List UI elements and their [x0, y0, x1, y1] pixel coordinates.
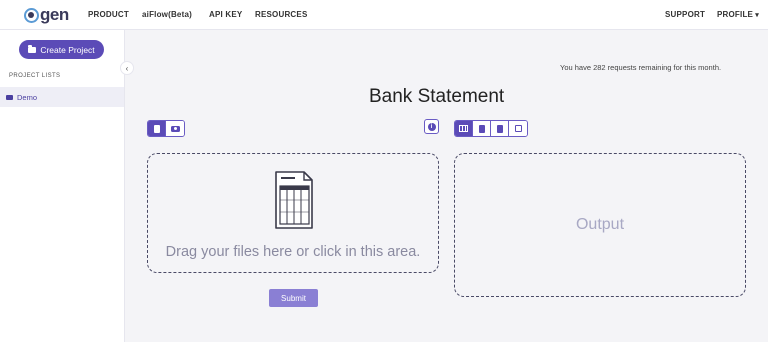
- submit-button[interactable]: Submit: [269, 289, 318, 307]
- chevron-left-icon: ‹: [125, 63, 129, 73]
- statement-document-icon: [275, 171, 313, 229]
- nav-product[interactable]: PRODUCT: [88, 10, 129, 19]
- nav-support[interactable]: SUPPORT: [665, 10, 705, 19]
- folder-icon: [28, 44, 37, 53]
- document-icon: [153, 124, 160, 133]
- page-title: Bank Statement: [369, 86, 505, 107]
- info-icon: i: [427, 122, 436, 131]
- table-view-button[interactable]: [455, 121, 473, 136]
- document-icon: [478, 124, 485, 133]
- folder-open-icon: [6, 94, 13, 100]
- create-project-button[interactable]: Create Project: [19, 40, 104, 59]
- document-view-button[interactable]: [473, 121, 491, 136]
- upload-file-mode-button[interactable]: [148, 121, 166, 136]
- sidebar: Create Project PROJECT LISTS Demo: [0, 30, 125, 342]
- camera-mode-button[interactable]: [166, 121, 184, 136]
- logo-text: gen: [40, 5, 69, 24]
- json-view-button[interactable]: [491, 121, 509, 136]
- raw-view-button[interactable]: [509, 121, 527, 136]
- table-icon: [459, 125, 468, 132]
- sidebar-collapse-toggle[interactable]: ‹: [120, 61, 134, 75]
- nav-resources[interactable]: RESOURCES: [255, 10, 307, 19]
- camera-icon: [170, 125, 180, 132]
- input-mode-toggle: [147, 120, 185, 137]
- output-panel: Output: [454, 153, 746, 297]
- sidebar-item-demo[interactable]: Demo: [0, 87, 124, 107]
- square-icon: [514, 125, 522, 132]
- project-lists-heading: PROJECT LISTS: [9, 73, 61, 79]
- top-navbar: gen PRODUCT aiFlow(Beta) API KEY RESOURC…: [0, 0, 768, 30]
- logo-ring-icon: [24, 7, 39, 23]
- file-dropzone[interactable]: Drag your files here or click in this ar…: [147, 153, 439, 273]
- output-format-toggle: [454, 120, 528, 137]
- output-placeholder: Output: [575, 216, 625, 233]
- nav-aiflow[interactable]: aiFlow(Beta): [142, 10, 192, 19]
- brand-logo[interactable]: gen: [24, 4, 69, 26]
- nav-profile-dropdown[interactable]: PROFILE: [717, 10, 759, 19]
- sidebar-item-label: Demo: [17, 92, 38, 102]
- document-icon: [496, 124, 503, 133]
- dropzone-instruction: Drag your files here or click in this ar…: [165, 244, 421, 260]
- nav-api-key[interactable]: API KEY: [209, 10, 242, 19]
- info-button[interactable]: i: [424, 119, 439, 134]
- create-project-label: Create Project: [40, 44, 95, 55]
- requests-remaining-notice: You have 282 requests remaining for this…: [560, 63, 722, 72]
